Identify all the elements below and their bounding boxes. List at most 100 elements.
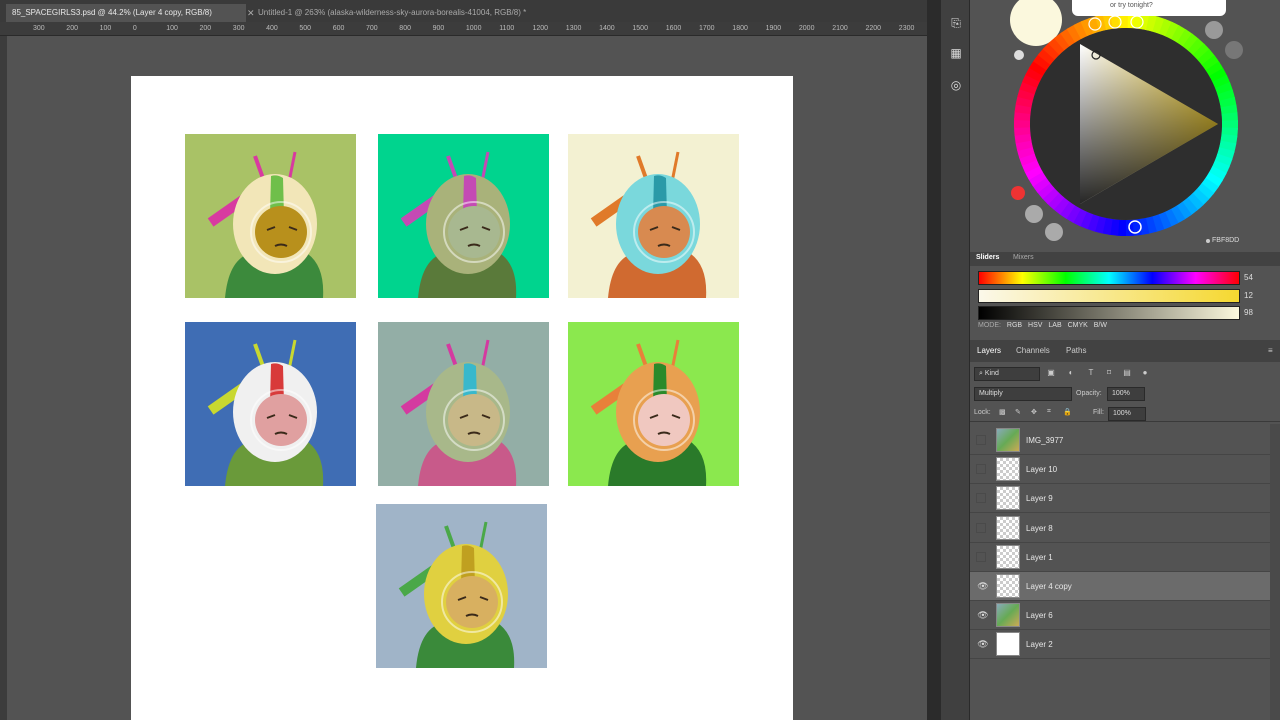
lock-move-icon[interactable]: ✥ [1031, 408, 1037, 416]
layer-name[interactable]: Layer 9 [1026, 494, 1053, 503]
square-icon [1045, 223, 1063, 241]
mode-icon [1205, 21, 1223, 39]
lock-artboard-icon[interactable]: ⌗ [1047, 408, 1051, 416]
lock-row: Lock: ▩ ✎ ✥ ⌗ 🔒 Fill: 100% [970, 406, 1280, 422]
libraries-icon[interactable]: ◎ [945, 74, 967, 96]
ruler-tick-label: 1400 [599, 25, 615, 32]
saturation-value[interactable]: 12 [1244, 291, 1253, 300]
layer-thumbnail [996, 544, 1020, 569]
tab-spacegirls[interactable]: 85_SPACEGIRLS3.psd @ 44.2% (Layer 4 copy… [6, 4, 246, 22]
document-tab-bar: 85_SPACEGIRLS3.psd @ 44.2% (Layer 4 copy… [0, 0, 930, 22]
astronaut-artwork-1 [185, 134, 356, 298]
layer-name[interactable]: Layer 6 [1026, 611, 1053, 620]
layer-row[interactable]: Layer 1 [970, 543, 1270, 572]
layer-row[interactable]: Layer 9 [970, 484, 1270, 514]
visibility-eye-icon[interactable]: 👁 [976, 579, 990, 593]
visibility-eye-icon[interactable]: 👁 [976, 637, 990, 651]
shape-filter-icon[interactable]: ⌑ [1104, 368, 1114, 378]
visibility-toggle[interactable] [976, 493, 986, 504]
visibility-toggle[interactable] [976, 464, 986, 475]
ruler-tick-label: 1800 [732, 25, 748, 32]
hue-slider[interactable] [978, 271, 1240, 285]
tab-paths[interactable]: Paths [1066, 346, 1086, 355]
astronaut-artwork-3 [568, 134, 739, 298]
mode-cmyk[interactable]: CMYK [1068, 322, 1088, 329]
kind-filter-select[interactable]: ⌕ Kind [974, 367, 1040, 381]
ruler-tick-label: 100 [166, 25, 178, 32]
kind-filter-value: Kind [984, 370, 999, 377]
saturation-slider[interactable] [978, 289, 1240, 303]
smart-object-filter-icon[interactable]: ▤ [1122, 368, 1132, 378]
layer-thumbnail [996, 428, 1020, 452]
fill-field[interactable]: 100% [1108, 407, 1146, 421]
blend-mode-select[interactable]: Multiply [974, 387, 1072, 401]
layer-name[interactable]: Layer 8 [1026, 524, 1053, 533]
layer-row[interactable]: 👁 Layer 6 [970, 601, 1270, 631]
layer-row[interactable]: Layer 10 [970, 455, 1270, 485]
layers-scrollbar[interactable] [1270, 424, 1280, 720]
layer-row[interactable]: Layer 8 [970, 514, 1270, 543]
mode-lab[interactable]: LAB [1048, 322, 1061, 329]
astronaut-artwork-5 [378, 322, 549, 486]
hue-value[interactable]: 54 [1244, 273, 1253, 282]
visibility-toggle[interactable] [976, 435, 986, 445]
panel-menu-icon[interactable]: ≡ [1268, 346, 1273, 355]
adjustment-filter-icon[interactable]: ◐ [1066, 368, 1076, 378]
layer-name[interactable]: IMG_3977 [1026, 436, 1063, 445]
color-wheel[interactable] [970, 0, 1280, 252]
layer-name[interactable]: Layer 2 [1026, 640, 1053, 649]
filter-toggle-icon[interactable]: ● [1140, 368, 1150, 378]
mode-hsv[interactable]: HSV [1028, 322, 1042, 329]
visibility-toggle[interactable] [976, 522, 986, 533]
ruler-tick-label: 2200 [865, 25, 882, 32]
ruler-tick-label: 1700 [699, 25, 715, 32]
layer-name[interactable]: Layer 10 [1026, 465, 1057, 474]
layer-row[interactable]: 👁 Layer 4 copy [970, 572, 1270, 601]
document-canvas[interactable] [131, 76, 793, 720]
ruler-tick-label: 500 [299, 25, 312, 32]
triangle-icon [1025, 205, 1043, 223]
lock-transparent-icon[interactable]: ▩ [999, 408, 1006, 416]
hex-indicator [1206, 239, 1210, 243]
opacity-field[interactable]: 100% [1107, 387, 1145, 401]
ruler-tick-label: 1500 [632, 25, 648, 32]
layer-name[interactable]: Layer 4 copy [1026, 582, 1072, 591]
grid-icon[interactable]: ▦ [945, 42, 967, 64]
tab-label: 85_SPACEGIRLS3.psd @ 44.2% (Layer 4 copy… [12, 8, 212, 17]
lock-brush-icon[interactable]: ✎ [1015, 408, 1021, 416]
visibility-eye-icon[interactable]: 👁 [976, 608, 990, 622]
ruler-tick-label: 1000 [465, 25, 482, 32]
brightness-value[interactable]: 98 [1244, 308, 1253, 317]
visibility-toggle[interactable] [976, 551, 986, 562]
fill-value: 100% [1113, 410, 1131, 417]
ruler-tick-label: 300 [33, 25, 45, 32]
tab-sliders[interactable]: Sliders [976, 254, 999, 261]
mode-bw[interactable]: B/W [1094, 322, 1107, 329]
fill-label: Fill: [1093, 409, 1104, 416]
color-wheel-panel: FBF8DD [970, 0, 1280, 252]
tab-untitled[interactable]: Untitled-1 @ 263% (alaska-wilderness-sky… [252, 4, 592, 22]
layer-name[interactable]: Layer 1 [1026, 553, 1053, 562]
tab-layers[interactable]: Layers [977, 346, 1001, 355]
image-filter-icon[interactable]: ▣ [1046, 368, 1056, 378]
type-filter-icon[interactable]: T [1086, 368, 1096, 378]
ruler-tick-label: 800 [399, 25, 411, 32]
horizontal-ruler: 300 200 100 0 100 200 300 400 500 600 700 800 900 100… [0, 22, 930, 36]
vertical-ruler [0, 36, 7, 720]
history-icon[interactable]: ⎘ [945, 12, 967, 34]
layer-row[interactable]: IMG_3977 [970, 426, 1270, 455]
tab-mixers[interactable]: Mixers [1013, 254, 1034, 261]
tab-channels[interactable]: Channels [1016, 346, 1050, 355]
mode-label: MODE: [978, 322, 1001, 329]
layer-row[interactable]: 👁 Layer 2 [970, 630, 1270, 660]
ruler-tick-label: 1600 [665, 25, 682, 32]
hex-value[interactable]: FBF8DD [1212, 237, 1239, 244]
layer-thumbnail [996, 603, 1020, 628]
opacity-value: 100% [1112, 390, 1130, 397]
lock-all-icon[interactable]: 🔒 [1063, 408, 1072, 416]
ruler-tick-label: 200 [66, 25, 78, 32]
brightness-slider[interactable] [978, 306, 1240, 320]
mode-rgb[interactable]: RGB [1007, 322, 1022, 329]
right-panel: FBF8DD Sliders Mixers 54 12 98 MODE: RGB… [970, 0, 1280, 720]
ruler-tick-label: 300 [232, 25, 245, 32]
